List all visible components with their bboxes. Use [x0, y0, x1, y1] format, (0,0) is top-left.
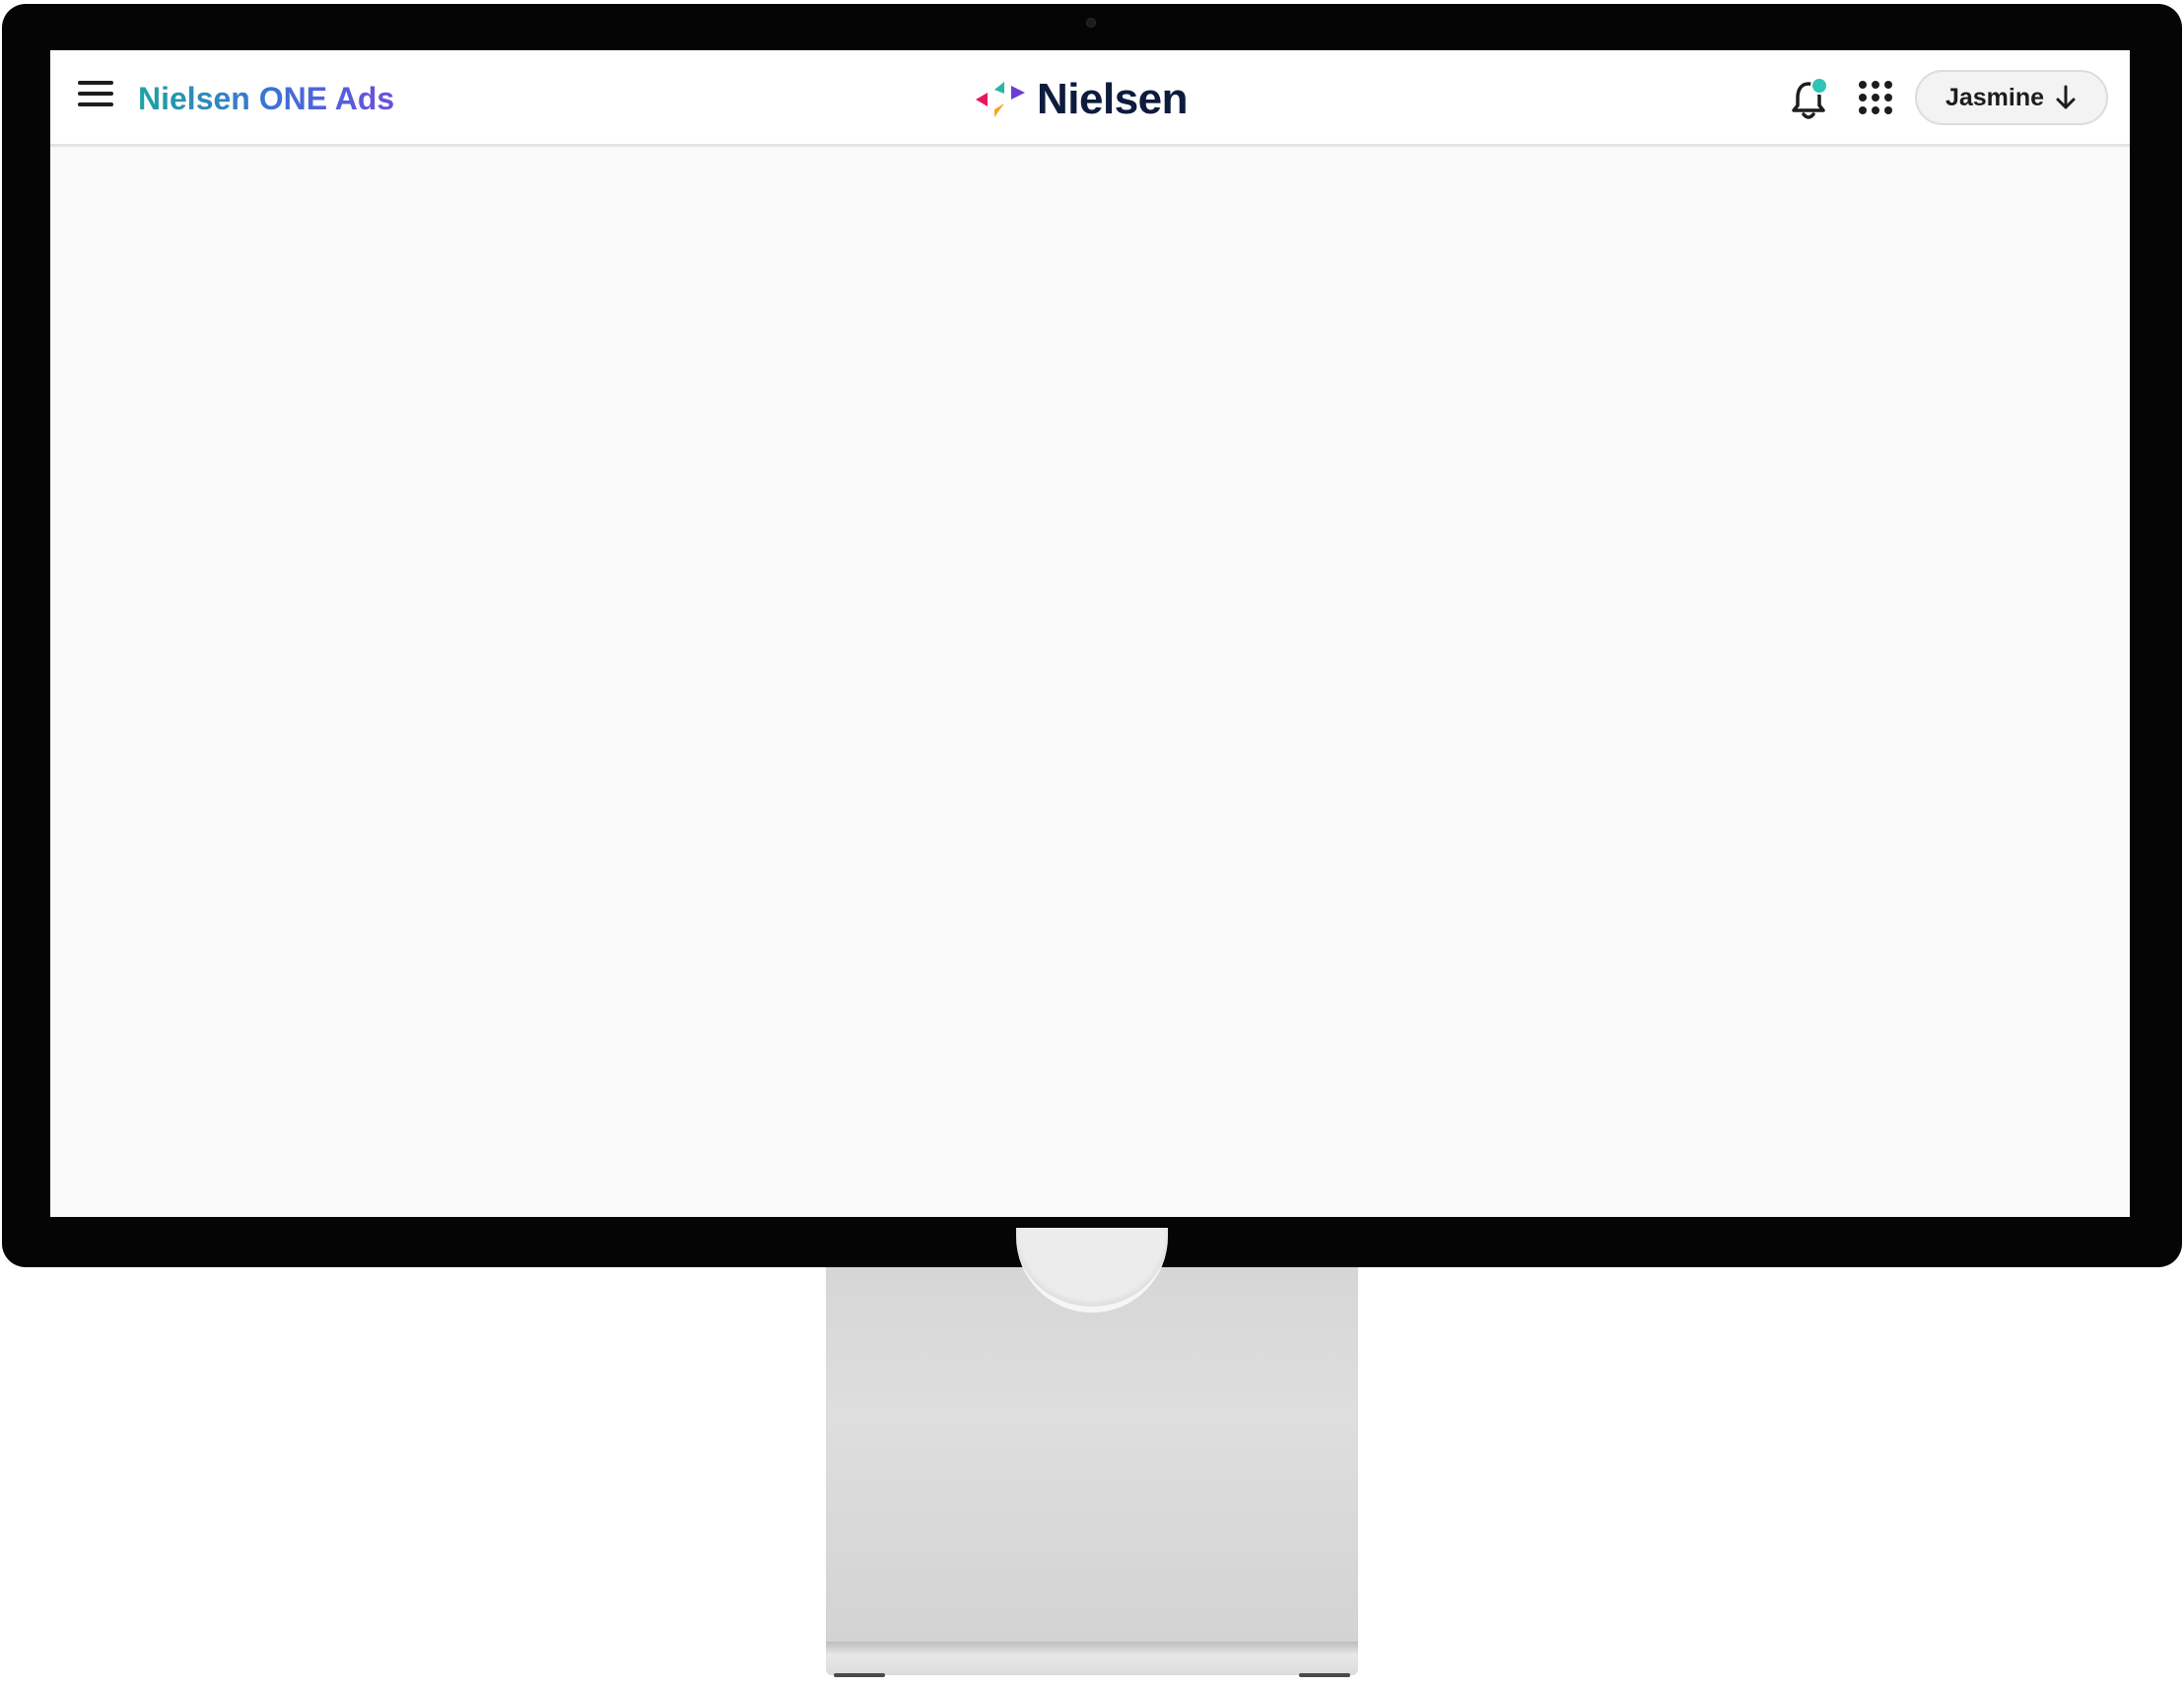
user-menu-button[interactable]: Jasmine [1915, 70, 2108, 125]
user-name: Jasmine [1945, 83, 2045, 111]
monitor-stand [826, 1228, 1358, 1642]
monitor-frame: Nielsen ONE Ads Nielsen Jasmine [2, 4, 2182, 1267]
monitor-stand-base [826, 1642, 1358, 1677]
camera-dot [1086, 18, 1096, 28]
arrow-down-icon [2056, 85, 2076, 109]
nielsen-logo-icon [976, 82, 1025, 117]
product-name[interactable]: Nielsen ONE Ads [138, 74, 394, 123]
apps-grid-icon[interactable] [1859, 81, 1894, 116]
hamburger-menu-icon[interactable] [78, 81, 115, 116]
brand-logo: Nielsen [974, 70, 1189, 129]
app-header: Nielsen ONE Ads Nielsen Jasmine [50, 50, 2130, 147]
brand-name: Nielsen [1037, 75, 1189, 123]
notification-dot [1810, 77, 1828, 95]
bell-icon[interactable] [1789, 76, 1832, 121]
screen: Nielsen ONE Ads Nielsen Jasmine [50, 50, 2130, 1217]
stand-cable-hole [1016, 1228, 1168, 1313]
